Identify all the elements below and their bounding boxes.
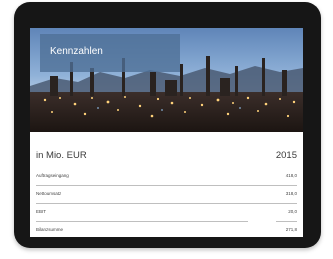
table-header: in Mio. EUR 2015	[30, 146, 303, 166]
table-row: Auftragseingang 418,0	[30, 169, 303, 185]
hero-image: Kennzahlen	[30, 28, 303, 132]
row-value: 318,0	[285, 191, 297, 196]
row-label: Auftragseingang	[36, 173, 69, 178]
row-divider	[276, 221, 297, 222]
page-title: Kennzahlen	[50, 46, 103, 57]
row-divider	[36, 185, 297, 186]
row-label: Nettoumsatz	[36, 191, 62, 196]
hero-title-box: Kennzahlen	[40, 34, 180, 72]
row-label: Bilanzsumme	[36, 227, 64, 232]
row-divider	[36, 203, 297, 204]
year-label: 2015	[275, 150, 297, 161]
table-row: Nettoumsatz 318,0	[30, 187, 303, 203]
row-label: EBIT	[36, 209, 47, 214]
row-value: 418,0	[285, 173, 297, 178]
tablet-screen: Kennzahlen in Mio. EUR 2015 Auftragseing…	[30, 28, 303, 237]
row-divider	[36, 221, 248, 222]
row-value: 271,8	[285, 227, 297, 232]
unit-label: in Mio. EUR	[36, 150, 87, 161]
row-value: 20,0	[288, 209, 297, 214]
tablet-frame: Kennzahlen in Mio. EUR 2015 Auftragseing…	[14, 2, 321, 248]
table-row: EBIT 20,0	[30, 205, 303, 221]
table-row: Bilanzsumme 271,8	[30, 223, 303, 237]
